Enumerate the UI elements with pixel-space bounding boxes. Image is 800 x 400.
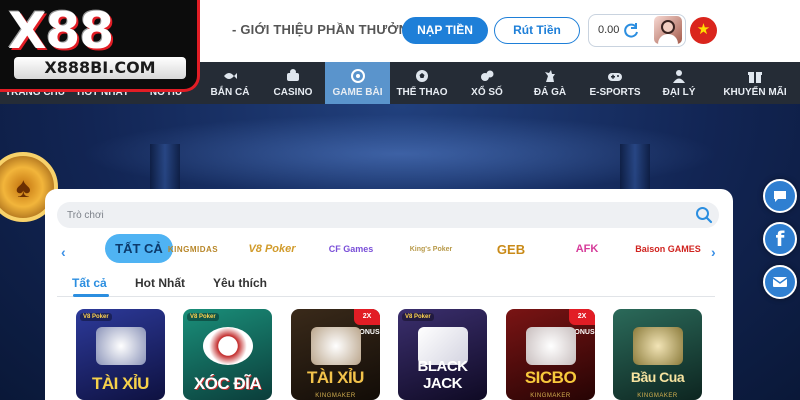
gamepad-icon <box>608 73 622 81</box>
game-card[interactable]: V8 Poker XÓC ĐĨA <box>183 309 272 400</box>
logo-text: X88 <box>8 2 114 60</box>
bonus-badge: 2X BONUS <box>569 309 595 336</box>
rooster-icon <box>545 70 555 82</box>
logo-domain: X888BI.COM <box>14 57 186 79</box>
facebook-button[interactable]: f <box>763 222 797 256</box>
dice-icon <box>96 327 146 365</box>
search-icon[interactable] <box>695 206 713 224</box>
nav-item-label: BẮN CÁ <box>210 87 250 98</box>
site-logo[interactable]: X88 X888BI.COM <box>0 0 200 92</box>
nav-item-label: GAME BÀI <box>332 87 383 98</box>
rewards-intro-link[interactable]: - GIỚI THIỆU PHẦN THƯỞNG <box>232 22 419 37</box>
search-input[interactable] <box>67 202 677 228</box>
soccer-ball-icon <box>416 70 428 82</box>
withdraw-button[interactable]: Rút Tiền <box>494 17 580 44</box>
provider-v8poker[interactable]: V8 Poker <box>241 235 303 263</box>
nav-item-promotions[interactable]: KHUYẾN MÃI <box>710 62 800 104</box>
gift-icon <box>748 72 762 83</box>
refresh-icon[interactable] <box>621 21 641 41</box>
game-card[interactable]: 2X BONUS TÀI XỈU KINGMAKER <box>291 309 380 400</box>
email-button[interactable] <box>763 265 797 299</box>
agent-icon <box>673 70 685 83</box>
plate-icon <box>203 327 253 365</box>
provider-label: KINGMAKER <box>530 393 571 399</box>
star-icon: ★ <box>696 21 711 38</box>
game-title: TÀI XỈU <box>307 368 364 387</box>
chat-support-button[interactable] <box>763 179 797 213</box>
nav-item-cockfight[interactable]: ĐÁ GÀ <box>518 62 582 104</box>
nav-item-label: ĐÁ GÀ <box>533 87 567 98</box>
provider-kings-poker[interactable]: King's Poker <box>397 235 465 263</box>
bonus-badge: 2X BONUS <box>354 309 380 336</box>
facebook-icon: f <box>775 227 785 251</box>
nav-item-fishing[interactable]: BẮN CÁ <box>200 62 260 104</box>
nav-item-label: CASINO <box>273 87 313 98</box>
tab-hot[interactable]: Hot Nhất <box>135 276 185 290</box>
provider-baison[interactable]: Baison GAMES <box>633 235 703 263</box>
nav-item-label: THỂ THAO <box>396 87 448 98</box>
nav-item-lottery[interactable]: XỔ SỐ <box>455 62 519 104</box>
provider-label: KINGMAKER <box>315 393 356 399</box>
nav-item-label: KHUYẾN MÃI <box>723 87 787 98</box>
game-card[interactable]: V8 Poker TÀI XỈU <box>76 309 165 400</box>
card-game-icon <box>350 69 365 83</box>
nav-item-agent[interactable]: ĐẠI LÝ <box>648 62 710 104</box>
lottery-ball-icon <box>481 70 494 81</box>
card-provider-badge: V8 Poker <box>402 313 434 321</box>
game-title: BLACK JACK <box>417 358 469 392</box>
casino-icon <box>287 69 299 81</box>
game-title: Bầu Cua <box>630 369 685 385</box>
game-title: XÓC ĐĨA <box>193 374 262 393</box>
game-title: SICBO <box>524 368 577 387</box>
provider-geb[interactable]: GEB <box>485 235 537 263</box>
provider-label: KINGMAKER <box>637 393 678 399</box>
provider-next-icon[interactable]: › <box>711 245 721 259</box>
dice-icon <box>311 327 361 365</box>
avatar-body <box>658 34 678 44</box>
card-provider-badge: V8 Poker <box>80 313 112 321</box>
provider-prev-icon[interactable]: ‹ <box>61 245 71 259</box>
top-header: X88 X888BI.COM - GIỚI THIỆU PHẦN THƯỞNG … <box>0 0 800 92</box>
game-title: TÀI XỈU <box>92 374 149 393</box>
card-provider-badge: V8 Poker <box>187 313 219 321</box>
provider-kingmidas[interactable]: KINGMIDAS <box>163 235 223 263</box>
nav-item-label: XỔ SỐ <box>471 87 503 98</box>
nav-item-sports[interactable]: THỂ THAO <box>390 62 454 104</box>
game-card[interactable]: V8 Poker BLACK JACK <box>398 309 487 400</box>
dice-icon <box>526 327 576 365</box>
nav-item-label: E-SPORTS <box>589 87 641 98</box>
tab-active-indicator <box>73 294 109 297</box>
nav-item-card-games[interactable]: GAME BÀI <box>325 62 390 104</box>
user-avatar[interactable] <box>654 16 682 44</box>
fish-icon <box>224 73 237 79</box>
game-tabs: Tất cả Hot Nhất Yêu thích <box>57 271 715 297</box>
language-flag-icon[interactable]: ★ <box>690 17 717 44</box>
nav-item-esports[interactable]: E-SPORTS <box>583 62 647 104</box>
crab-icon <box>633 327 683 365</box>
deposit-button[interactable]: NẠP TIỀN <box>402 17 488 44</box>
tab-all[interactable]: Tất cả <box>72 276 107 290</box>
avatar-head <box>661 20 675 34</box>
tab-favorites[interactable]: Yêu thích <box>213 276 267 290</box>
spade-icon: ♠ <box>16 172 31 203</box>
game-card[interactable]: Bầu Cua KINGMAKER <box>613 309 702 400</box>
provider-cf-games[interactable]: CF Games <box>327 235 375 263</box>
chat-support-icon <box>774 191 786 202</box>
nav-item-casino[interactable]: CASINO <box>262 62 324 104</box>
search-bar <box>57 202 719 228</box>
game-panel: ‹ TẤT CẢ KINGMIDAS V8 Poker CF Games Kin… <box>45 189 733 400</box>
provider-afk[interactable]: AFK <box>563 235 611 263</box>
email-icon <box>772 277 788 287</box>
nav-item-label: ĐẠI LÝ <box>662 87 696 98</box>
balance-amount: 0.00 <box>598 24 620 36</box>
game-card[interactable]: 2X BONUS SICBO KINGMAKER <box>506 309 595 400</box>
